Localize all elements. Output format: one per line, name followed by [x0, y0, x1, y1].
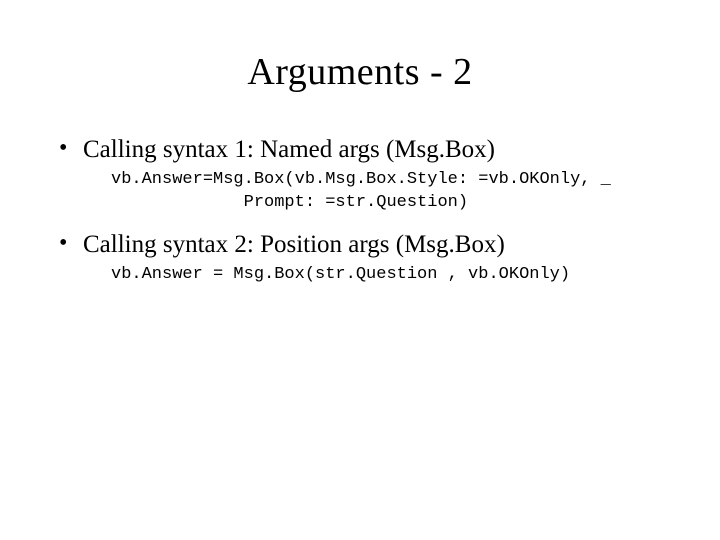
bullet-list: Calling syntax 1: Named args (Msg.Box) v…	[55, 134, 665, 287]
bullet-text: Calling syntax 1: Named args (Msg.Box)	[83, 134, 665, 165]
slide: Arguments - 2 Calling syntax 1: Named ar…	[0, 0, 720, 540]
list-item: Calling syntax 2: Position args (Msg.Box…	[55, 229, 665, 287]
list-item: Calling syntax 1: Named args (Msg.Box) v…	[55, 134, 665, 215]
code-block: vb.Answer = Msg.Box(str.Question , vb.OK…	[111, 264, 665, 287]
bullet-text: Calling syntax 2: Position args (Msg.Box…	[83, 229, 665, 260]
slide-title: Arguments - 2	[55, 50, 665, 94]
code-block: vb.Answer=Msg.Box(vb.Msg.Box.Style: =vb.…	[111, 169, 665, 215]
